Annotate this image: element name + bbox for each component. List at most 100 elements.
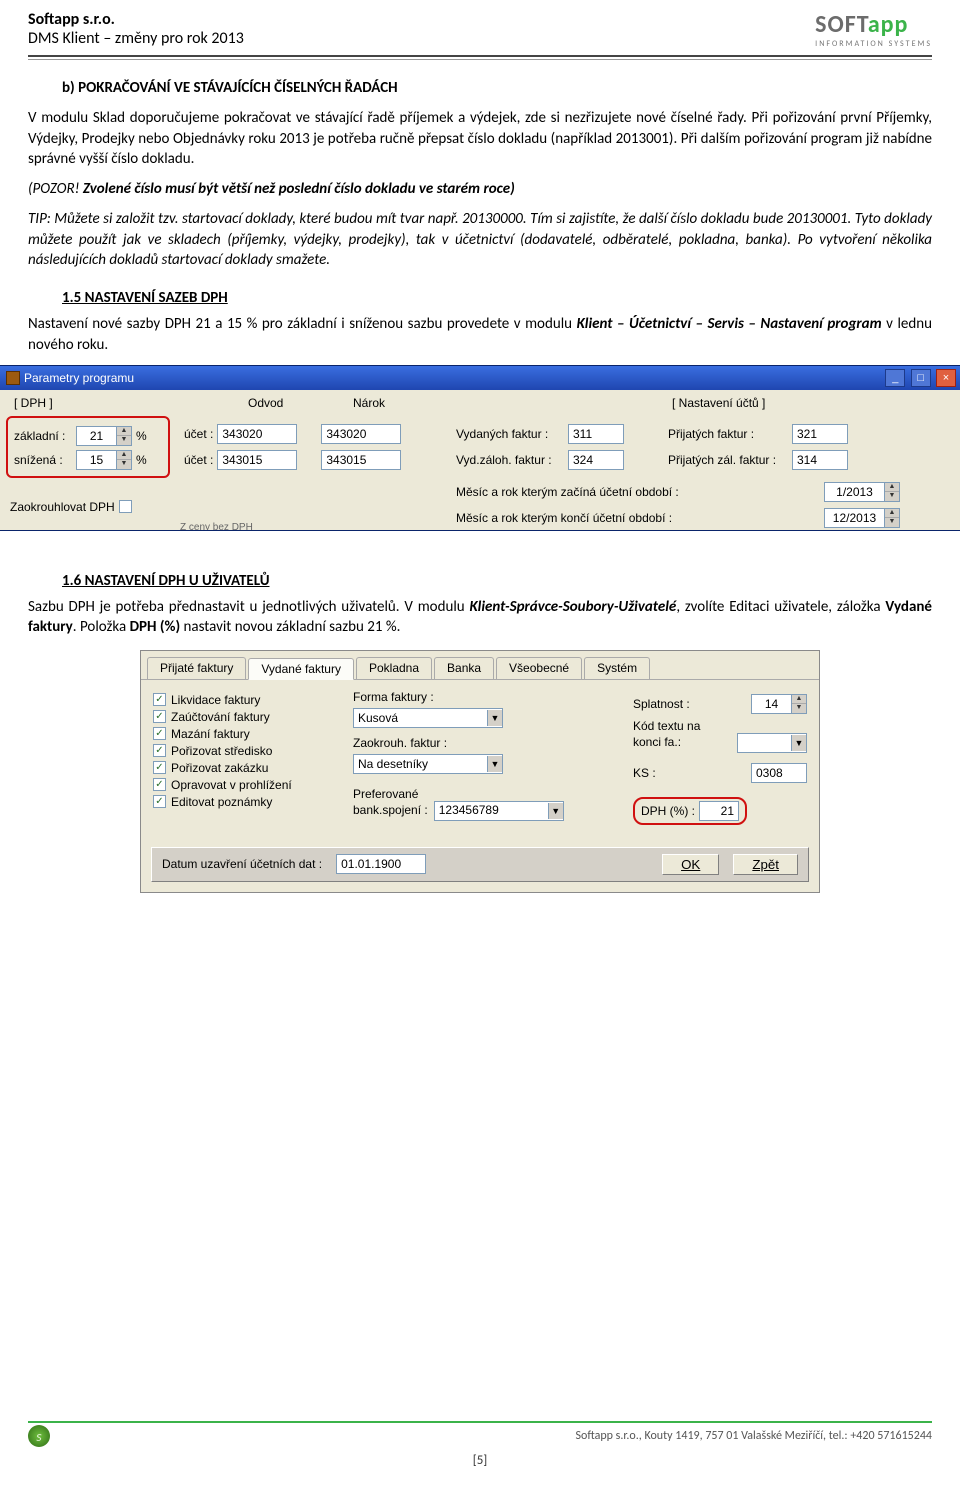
window-parametry-programu: Parametry programu _ □ × [ DPH ] Odvod N… — [0, 365, 960, 531]
chevron-down-icon: ▼ — [487, 710, 502, 726]
meskon-spinner[interactable]: ▲▼ — [824, 508, 900, 528]
ucet-label-1: účet : — [184, 427, 213, 441]
datum-val[interactable] — [336, 854, 426, 874]
chevron-down-icon: ▼ — [487, 756, 502, 772]
ok-button[interactable]: OK — [662, 854, 719, 875]
chk-mazani[interactable]: ✓ — [153, 727, 166, 740]
prizal-label: Přijatých zál. faktur : — [668, 453, 788, 467]
zaokr-select[interactable]: Na desetníky ▼ — [353, 754, 503, 774]
meskon-label: Měsíc a rok kterým končí účetní období : — [456, 511, 716, 525]
dph-val[interactable] — [699, 801, 739, 821]
sec15-b: Klient – Účetnictví – Servis – Nastavení… — [577, 315, 882, 333]
logo-part1: SOFT — [815, 10, 868, 39]
ks-val[interactable] — [751, 763, 807, 783]
meszac-spinner[interactable]: ▲▼ — [824, 482, 900, 502]
meszac-val[interactable] — [824, 482, 884, 502]
vydfaktur-val[interactable] — [568, 424, 624, 444]
tab-pokladna[interactable]: Pokladna — [356, 657, 432, 679]
spin-down[interactable]: ▼ — [117, 436, 131, 445]
zakladni-value[interactable] — [76, 426, 116, 446]
spin-up[interactable]: ▲ — [792, 695, 806, 704]
meskon-val[interactable] — [824, 508, 884, 528]
ucet1-odvod[interactable] — [217, 424, 297, 444]
spin-up[interactable]: ▲ — [117, 451, 131, 460]
chk-opravovat-label: Opravovat v prohlížení — [171, 778, 292, 792]
page-footer: s Softapp s.r.o., Kouty 1419, 757 01 Val… — [0, 1421, 960, 1468]
s16e: . Položka — [73, 618, 130, 636]
kod-label2: konci fa.: — [633, 736, 681, 749]
chk-opravovat[interactable]: ✓ — [153, 778, 166, 791]
splat-val[interactable] — [751, 694, 791, 714]
dph-highlight: DPH (%) : — [633, 797, 747, 825]
chk-likvidace[interactable]: ✓ — [153, 693, 166, 706]
ok-label: OK — [681, 857, 700, 872]
forma-val: Kusová — [358, 711, 398, 725]
header-rule-thin — [28, 59, 932, 60]
spin-up[interactable]: ▲ — [885, 483, 899, 492]
chevron-down-icon: ▼ — [548, 803, 563, 819]
chk-stredisko[interactable]: ✓ — [153, 744, 166, 757]
chevron-down-icon: ▼ — [791, 735, 806, 751]
zakladni-label: základní : — [14, 429, 72, 443]
spin-down[interactable]: ▼ — [885, 492, 899, 501]
prizal-val[interactable] — [792, 450, 848, 470]
chk-zauctovani-label: Zaúčtování faktury — [171, 710, 270, 724]
prifaktur-val[interactable] — [792, 424, 848, 444]
tab-vseobecne[interactable]: Všeobecné — [496, 657, 582, 679]
chk-mazani-label: Mazání faktury — [171, 727, 250, 741]
zaokr-label: Zaokrouh. faktur : — [353, 736, 447, 750]
zpet-button[interactable]: Zpět — [733, 854, 798, 875]
dph-label: DPH (%) : — [641, 804, 695, 818]
spin-up[interactable]: ▲ — [117, 427, 131, 436]
tab-vydane-faktury[interactable]: Vydané faktury — [248, 658, 354, 680]
s16g: nastavit novou základní sazbu 21 %. — [180, 618, 400, 636]
tab-system[interactable]: Systém — [584, 657, 650, 679]
bottom-bar: Datum uzavření účetních dat : OK Zpět — [151, 847, 809, 882]
forma-select[interactable]: Kusová ▼ — [353, 708, 503, 728]
kod-select[interactable]: ▼ — [737, 733, 807, 753]
zaokr-val: Na desetníky — [358, 757, 428, 771]
minimize-button[interactable]: _ — [885, 369, 905, 387]
pref-label2: bank.spojení : — [353, 804, 428, 817]
sec-1-6-p: Sazbu DPH je potřeba přednastavit u jedn… — [28, 597, 932, 638]
pref-select[interactable]: 123456789 ▼ — [434, 801, 564, 821]
chk-zauctovani[interactable]: ✓ — [153, 710, 166, 723]
zaokr-dph-checkbox[interactable] — [119, 500, 132, 513]
tab-panel: ✓ Likvidace faktury ✓ Zaúčtování faktury ✓… — [141, 680, 819, 839]
ucet2-narok[interactable] — [321, 450, 401, 470]
chk-editovat[interactable]: ✓ — [153, 795, 166, 808]
pct-label-2: % — [136, 453, 147, 467]
page-number: [5] — [28, 1453, 932, 1468]
spin-down[interactable]: ▼ — [792, 704, 806, 713]
zpet-label: Zpět — [752, 857, 779, 872]
tab-banka[interactable]: Banka — [434, 657, 494, 679]
col-narok: Nárok — [353, 396, 385, 410]
zakladni-spinner[interactable]: ▲▼ — [76, 426, 132, 446]
maximize-button[interactable]: □ — [911, 369, 931, 387]
ucet1-narok[interactable] — [321, 424, 401, 444]
vydzal-val[interactable] — [568, 450, 624, 470]
group-nastaveni-label: [ Nastavení účtů ] — [672, 396, 765, 410]
section-b-title: b) POKRAČOVÁNÍ VE STÁVAJÍCÍCH ČÍSELNÝCH … — [62, 78, 932, 98]
pozor-rest: Zvolené číslo musí být větší než posledn… — [80, 180, 515, 198]
group-dph-label: [ DPH ] — [14, 396, 53, 410]
datum-label: Datum uzavření účetních dat : — [162, 857, 322, 871]
snizena-value[interactable] — [76, 450, 116, 470]
splat-spinner[interactable]: ▲▼ — [751, 694, 807, 714]
close-button[interactable]: × — [936, 369, 956, 387]
spin-down[interactable]: ▼ — [117, 460, 131, 469]
sec-1-6-head-text: 1.6 NASTAVENÍ DPH U UŽIVATELŮ — [62, 572, 269, 590]
meszac-label: Měsíc a rok kterým začíná účetní období … — [456, 485, 716, 499]
ucet2-odvod[interactable] — [217, 450, 297, 470]
spin-down[interactable]: ▼ — [885, 518, 899, 527]
spin-up[interactable]: ▲ — [885, 509, 899, 518]
zaokr-dph-label: Zaokrouhlovat DPH — [10, 500, 115, 514]
chk-zakazku[interactable]: ✓ — [153, 761, 166, 774]
dph-rates-highlight: základní : ▲▼ % snížená : ▲▼ % — [6, 416, 170, 478]
chk-likvidace-label: Likvidace faktury — [171, 693, 260, 707]
tab-prijate-faktury[interactable]: Přijaté faktury — [147, 657, 246, 679]
footer-text: Softapp s.r.o., Kouty 1419, 757 01 Valaš… — [576, 1429, 932, 1443]
s16b: Klient-Správce-Soubory-Uživatelé — [469, 598, 676, 616]
pref-val: 123456789 — [439, 804, 499, 817]
snizena-spinner[interactable]: ▲▼ — [76, 450, 132, 470]
